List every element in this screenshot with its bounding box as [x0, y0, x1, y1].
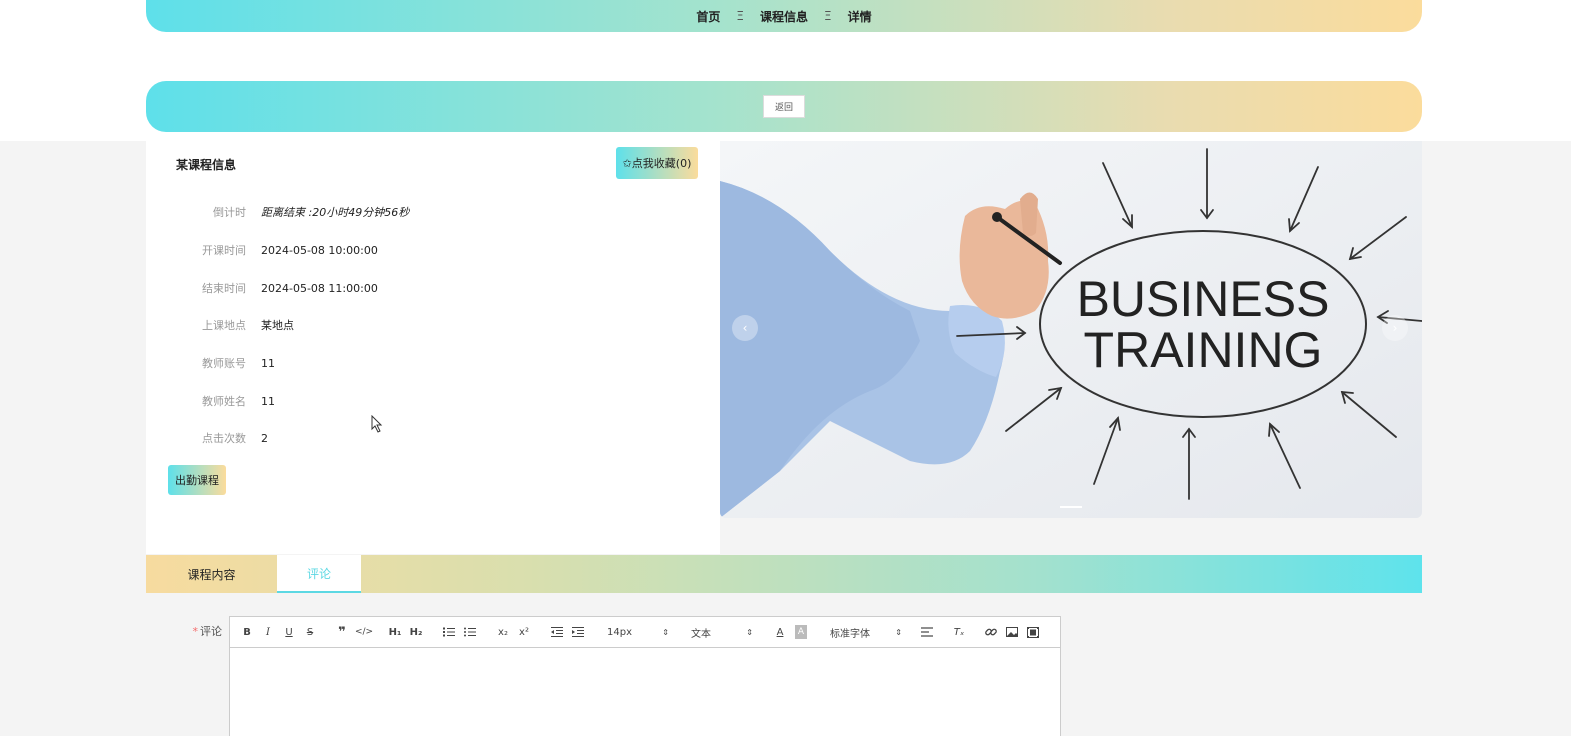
image-text-line2: TRAINING	[1084, 322, 1323, 378]
block-type-select[interactable]: 文本 ⇕	[691, 624, 753, 640]
field-countdown: 倒计时 距离结束 :20小时49分钟56秒	[146, 204, 409, 220]
align-icon[interactable]	[920, 625, 934, 639]
select-arrow-icon: ⇕	[895, 627, 902, 637]
field-label: 教师账号	[202, 357, 246, 370]
image-text-line1: BUSINESS	[1077, 271, 1330, 327]
strikethrough-icon[interactable]: S	[304, 625, 316, 639]
breadcrumb-current: 详情	[847, 9, 872, 24]
field-start-time: 开课时间 2024-05-08 10:00:00	[146, 242, 378, 258]
clear-format-icon[interactable]: Tₓ	[952, 625, 966, 639]
field-value: 11	[261, 356, 275, 370]
background-color-icon[interactable]: A	[795, 625, 807, 639]
field-teacher-account: 教师账号 11	[146, 355, 275, 371]
bullet-list-icon[interactable]	[463, 625, 477, 639]
video-icon[interactable]	[1026, 625, 1040, 639]
course-info-panel: 某课程信息 ✩点我收藏(0) 倒计时 距离结束 :20小时49分钟56秒 开课时…	[146, 141, 720, 554]
italic-icon[interactable]: I	[262, 625, 274, 639]
field-value: 距离结束 :20小时49分钟56秒	[261, 206, 410, 219]
indent-icon[interactable]	[571, 625, 585, 639]
comment-input[interactable]	[230, 648, 1060, 736]
header2-icon[interactable]: H₂	[409, 625, 423, 639]
block-type-value: 文本	[691, 628, 711, 640]
carousel-prev-icon[interactable]: ‹	[732, 315, 758, 341]
favorite-button[interactable]: ✩点我收藏(0)	[616, 147, 698, 179]
font-color-icon[interactable]: A	[774, 625, 786, 639]
field-label: 教师姓名	[202, 395, 246, 408]
field-end-time: 结束时间 2024-05-08 11:00:00	[146, 280, 378, 296]
bold-icon[interactable]: B	[241, 625, 253, 639]
comment-editor: B I U S ❞ </> H₁ H₂ x₂ x² 14px ⇕ 文本 ⇕ A A …	[229, 616, 1061, 736]
image-icon[interactable]	[1005, 625, 1019, 639]
ordered-list-icon[interactable]	[442, 625, 456, 639]
breadcrumb-separator: Ξ	[736, 9, 744, 23]
subscript-icon[interactable]: x₂	[496, 625, 510, 639]
outdent-icon[interactable]	[550, 625, 564, 639]
back-bar: 返回	[146, 81, 1422, 132]
breadcrumb-home[interactable]: 首页	[696, 8, 720, 25]
attend-course-button[interactable]: 出勤课程	[168, 465, 226, 495]
field-label: 上课地点	[202, 319, 246, 332]
field-value: 11	[261, 394, 275, 408]
carousel-indicator[interactable]	[1060, 506, 1082, 508]
comment-label: * 评论	[180, 623, 223, 639]
field-teacher-name: 教师姓名 11	[146, 393, 275, 409]
required-mark: *	[192, 625, 199, 638]
field-label: 开课时间	[202, 244, 246, 257]
field-click-count: 点击次数 2	[146, 430, 268, 446]
code-block-icon[interactable]: </>	[355, 625, 373, 639]
tab-course-content[interactable]: 课程内容	[146, 555, 277, 593]
link-icon[interactable]	[984, 625, 998, 639]
breadcrumb: 首页 Ξ 课程信息 Ξ 详情	[146, 0, 1422, 32]
carousel-next-icon[interactable]: ›	[1382, 315, 1408, 341]
breadcrumb-separator: Ξ	[824, 9, 832, 23]
select-arrow-icon: ⇕	[662, 627, 669, 637]
font-size-value: 14px	[607, 626, 632, 638]
mouse-cursor-icon	[371, 415, 383, 433]
field-value: 2024-05-08 10:00:00	[261, 243, 378, 257]
field-label: 点击次数	[202, 432, 246, 445]
font-family-select[interactable]: 标准字体 ⇕	[830, 624, 902, 640]
editor-toolbar: B I U S ❞ </> H₁ H₂ x₂ x² 14px ⇕ 文本 ⇕ A A …	[230, 617, 1060, 648]
business-training-image: BUSINESS TRAINING	[720, 141, 1422, 518]
font-size-select[interactable]: 14px ⇕	[607, 624, 669, 640]
field-value: 某地点	[261, 319, 294, 332]
field-value: 2024-05-08 11:00:00	[261, 281, 378, 295]
field-location: 上课地点 某地点	[146, 317, 294, 333]
font-family-value: 标准字体	[830, 628, 870, 640]
breadcrumb-section[interactable]: 课程信息	[760, 8, 808, 25]
select-arrow-icon: ⇕	[746, 627, 753, 637]
underline-icon[interactable]: U	[283, 625, 295, 639]
blockquote-icon[interactable]: ❞	[335, 625, 349, 640]
back-button[interactable]: 返回	[762, 95, 805, 118]
field-value: 2	[261, 431, 268, 445]
detail-tabs: 课程内容 评论	[146, 555, 1422, 593]
tab-comment[interactable]: 评论	[277, 555, 361, 593]
comment-label-text: 评论	[200, 625, 222, 638]
course-image-carousel[interactable]: BUSINESS TRAINING ‹ ›	[720, 141, 1422, 518]
header1-icon[interactable]: H₁	[388, 625, 402, 639]
field-label: 倒计时	[213, 206, 246, 219]
superscript-icon[interactable]: x²	[517, 625, 531, 639]
course-title: 某课程信息	[176, 158, 237, 172]
field-label: 结束时间	[202, 282, 246, 295]
